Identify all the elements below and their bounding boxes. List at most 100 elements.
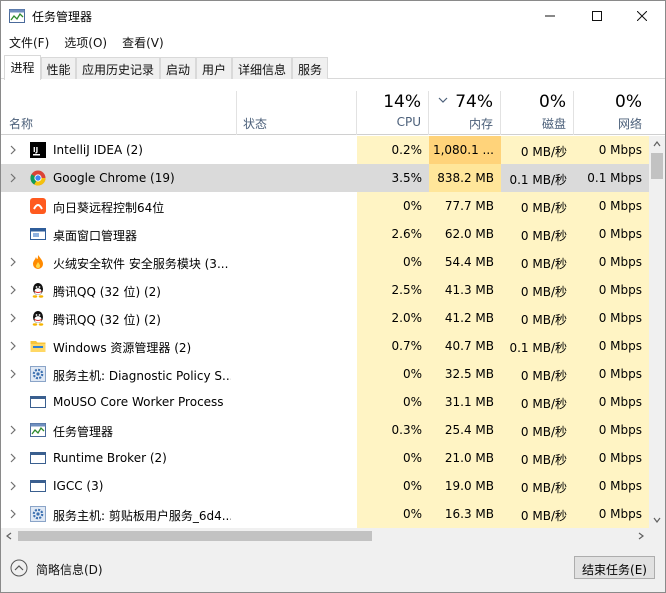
svg-text:IJ: IJ — [33, 146, 38, 154]
column-status[interactable]: 状态 — [237, 91, 357, 135]
vertical-scroll-thumb[interactable] — [651, 153, 663, 179]
process-memory: 16.3 MB — [429, 500, 501, 528]
tab-details[interactable]: 详细信息 — [232, 57, 292, 79]
process-row[interactable]: 服务主机: Diagnostic Policy S... 0% 32.5 MB 0 M… — [1, 360, 649, 388]
process-disk: 0.1 MB/秒 — [501, 332, 574, 360]
minimize-button[interactable] — [527, 1, 573, 31]
scroll-down-button[interactable] — [649, 512, 665, 528]
process-row[interactable]: IJ IntelliJ IDEA (2) 0.2% 1,080.1 ... 0 MB/秒… — [1, 136, 649, 164]
process-row[interactable]: MoUSO Core Worker Process 0% 31.1 MB 0 MB/秒… — [1, 388, 649, 416]
collapse-up-icon[interactable] — [10, 559, 28, 577]
tab-processes[interactable]: 进程 — [4, 55, 41, 80]
process-network: 0 Mbps — [574, 192, 649, 220]
tab-app-history[interactable]: 应用历史记录 — [76, 57, 160, 79]
process-disk: 0 MB/秒 — [501, 500, 574, 528]
process-row[interactable]: 火绒安全软件 安全服务模块 (3... 0% 54.4 MB 0 MB/秒 0 Mbps — [1, 248, 649, 276]
process-memory: 32.5 MB — [429, 360, 501, 388]
process-cpu: 0% — [357, 388, 429, 416]
process-cpu: 3.5% — [391, 171, 423, 185]
process-row[interactable]: 向日葵远程控制64位 0% 77.7 MB 0 MB/秒 0 Mbps — [1, 192, 649, 220]
chevron-right-icon[interactable] — [9, 285, 17, 295]
process-network: 0 Mbps — [574, 388, 649, 416]
column-network[interactable]: 0% 网络 — [574, 91, 649, 135]
chevron-right-icon[interactable] — [9, 173, 17, 183]
column-memory[interactable]: 74% 内存 — [429, 91, 501, 135]
chrome-icon — [30, 170, 46, 186]
process-network: 0 Mbps — [574, 472, 649, 500]
process-row[interactable]: 服务主机: 剪贴板用户服务_6d4... 0% 16.3 MB 0 MB/秒 0 Mbp… — [1, 500, 649, 528]
tab-performance[interactable]: 性能 — [41, 57, 76, 79]
minimize-icon — [545, 15, 555, 17]
tab-services[interactable]: 服务 — [292, 57, 328, 79]
maximize-button[interactable] — [574, 1, 620, 31]
chevron-right-icon[interactable] — [9, 481, 17, 491]
scroll-left-button[interactable] — [1, 528, 17, 544]
network-column-label: 网络 — [617, 117, 642, 131]
sort-descending-icon — [438, 97, 448, 103]
column-cpu[interactable]: 14% CPU — [357, 91, 429, 135]
chevron-right-icon[interactable] — [9, 341, 17, 351]
window-manager-icon — [30, 226, 46, 242]
process-name: IntelliJ IDEA (2) — [53, 143, 143, 157]
disk-total-percent: 0% — [539, 92, 566, 112]
chevron-right-icon[interactable] — [9, 313, 17, 323]
process-network: 0 Mbps — [574, 136, 649, 164]
process-memory: 19.0 MB — [429, 472, 501, 500]
app-window-icon — [30, 394, 46, 410]
column-header: 名称 状态 14% CPU 74% 内存 0% 磁盘 0% 网络 — [1, 91, 665, 135]
process-row[interactable]: IGCC (3) 0% 19.0 MB 0 MB/秒 0 Mbps — [1, 472, 649, 500]
gear-service-icon — [30, 366, 46, 382]
process-cpu: 0.2% — [357, 136, 429, 164]
chevron-right-icon[interactable] — [9, 453, 17, 463]
column-status-label: 状态 — [243, 117, 268, 131]
column-disk[interactable]: 0% 磁盘 — [501, 91, 574, 135]
title-bar[interactable]: 任务管理器 — [1, 1, 665, 31]
scroll-right-button[interactable] — [633, 528, 649, 544]
huorong-icon — [30, 254, 46, 270]
horizontal-scrollbar[interactable] — [1, 528, 665, 544]
tab-users[interactable]: 用户 — [196, 57, 232, 79]
process-cpu: 0% — [357, 360, 429, 388]
menu-file[interactable]: 文件(F) — [1, 31, 56, 53]
menu-options[interactable]: 选项(O) — [56, 31, 114, 53]
process-cpu: 0% — [357, 192, 429, 220]
process-name: 任务管理器 — [53, 425, 114, 439]
fewer-details-link[interactable]: 简略信息(D) — [36, 561, 103, 578]
app-window-icon — [30, 450, 46, 466]
chevron-right-icon — [638, 532, 644, 540]
process-disk: 0 MB/秒 — [501, 220, 574, 248]
chevron-right-icon[interactable] — [9, 145, 17, 155]
process-row[interactable]: 腾讯QQ (32 位) (2) 2.0% 41.2 MB 0 MB/秒 0 Mbps — [1, 304, 649, 332]
process-name: 火绒安全软件 安全服务模块 (3... — [53, 257, 229, 271]
process-disk: 0 MB/秒 — [501, 276, 574, 304]
chevron-right-icon[interactable] — [9, 369, 17, 379]
chevron-right-icon[interactable] — [9, 425, 17, 435]
process-disk: 0 MB/秒 — [501, 416, 574, 444]
maximize-icon — [592, 11, 602, 21]
process-memory: 31.1 MB — [429, 388, 501, 416]
process-row[interactable]: 桌面窗口管理器 2.6% 62.0 MB 0 MB/秒 0 Mbps — [1, 220, 649, 248]
process-network: 0 Mbps — [574, 360, 649, 388]
scroll-up-button[interactable] — [649, 136, 665, 152]
chevron-right-icon[interactable] — [9, 509, 17, 519]
process-cpu: 0% — [357, 248, 429, 276]
process-row[interactable]: 任务管理器 0.3% 25.4 MB 0 MB/秒 0 Mbps — [1, 416, 649, 444]
process-disk: 0 MB/秒 — [501, 388, 574, 416]
vertical-scrollbar[interactable] — [649, 136, 665, 528]
qq-icon — [30, 310, 46, 326]
process-row[interactable]: Windows 资源管理器 (2) 0.7% 40.7 MB 0.1 MB/秒 0 Mb… — [1, 332, 649, 360]
horizontal-scroll-thumb[interactable] — [18, 531, 372, 541]
column-name[interactable]: 名称 — [1, 91, 237, 135]
process-memory: 40.7 MB — [429, 332, 501, 360]
gear-service-icon — [30, 506, 46, 522]
close-button[interactable] — [619, 1, 665, 31]
process-cpu: 0% — [357, 472, 429, 500]
end-task-button[interactable]: 结束任务(E) — [574, 556, 655, 579]
process-row[interactable]: Google Chrome (19) 3.5% 838.2 MB 0.1 MB/秒 0.… — [1, 164, 649, 192]
process-row[interactable]: Runtime Broker (2) 0% 21.0 MB 0 MB/秒 0 Mbps — [1, 444, 649, 472]
process-row[interactable]: 腾讯QQ (32 位) (2) 2.5% 41.3 MB 0 MB/秒 0 Mbps — [1, 276, 649, 304]
chevron-right-icon[interactable] — [9, 257, 17, 267]
menu-view[interactable]: 查看(V) — [114, 31, 171, 53]
tab-startup[interactable]: 启动 — [160, 57, 196, 79]
task-manager-window: 任务管理器 文件(F) 选项(O) 查看(V) 进程 性能 应用历史记录 启动 … — [0, 0, 666, 593]
